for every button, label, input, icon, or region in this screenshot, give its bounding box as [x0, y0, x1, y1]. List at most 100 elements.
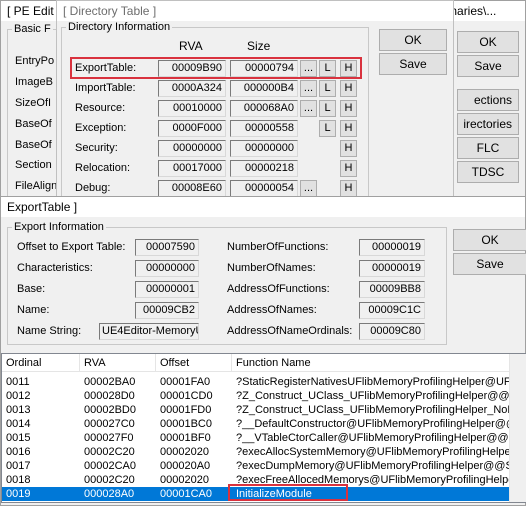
column-header-function-name[interactable]: Function Name — [232, 354, 514, 372]
directory-rva-field[interactable]: 00010000 — [158, 100, 226, 117]
directory-size-field[interactable]: 00000054 — [230, 180, 298, 197]
export-table-titlebar: ExportTable ] — [1, 197, 525, 217]
ordinal-cell: 0015 — [6, 432, 31, 444]
directories-button[interactable]: irectories — [457, 113, 519, 135]
l-button[interactable]: L — [319, 60, 336, 77]
rva-cell: 000027C0 — [84, 418, 135, 430]
list-vertical-scrollbar[interactable] — [509, 354, 526, 502]
directory-row-label: Resource: — [75, 102, 126, 114]
ordinal-cell: 0017 — [6, 460, 31, 472]
export-field-value[interactable]: 00000019 — [359, 239, 425, 256]
column-header-ordinal[interactable]: Ordinal — [2, 354, 80, 372]
directory-size-field[interactable]: 00000558 — [230, 120, 298, 137]
export-field-value[interactable]: 00000019 — [359, 260, 425, 277]
column-header-rva[interactable]: RVA — [80, 354, 156, 372]
pe-ok-button[interactable]: OK — [457, 31, 519, 53]
directory-size-field[interactable]: 00000794 — [230, 60, 298, 77]
export-functions-list[interactable]: Ordinal RVA Offset Function Name 0011 000… — [1, 353, 526, 503]
l-button[interactable]: L — [319, 80, 336, 97]
export-field-label: Characteristics: — [17, 262, 93, 274]
browse-button[interactable]: ... — [300, 60, 317, 77]
h-button[interactable]: H — [340, 100, 357, 117]
export-field-label: Name: — [17, 304, 50, 316]
h-button[interactable]: H — [340, 80, 357, 97]
table-row[interactable]: 0012 000028D0 00001CD0 ?Z_Construct_UClass_… — [2, 389, 514, 403]
table-row[interactable]: 0013 00002BD0 00001FD0 ?Z_Construct_UClass_… — [2, 403, 514, 417]
browse-button[interactable]: ... — [300, 100, 317, 117]
h-button[interactable]: H — [340, 160, 357, 177]
rva-cell: 00002BA0 — [84, 376, 136, 388]
table-row[interactable]: 0017 00002CA0 000020A0 ?execDumpMemory@UFli… — [2, 459, 514, 473]
browse-button[interactable]: ... — [300, 80, 317, 97]
export-field-value[interactable]: 00007590 — [135, 239, 199, 256]
l-button[interactable]: L — [319, 100, 336, 117]
offset-cell: 00002020 — [160, 446, 209, 458]
directory-row-label: ImportTable: — [75, 82, 136, 94]
export-field-value[interactable]: 00000000 — [135, 260, 199, 277]
h-button[interactable]: H — [340, 120, 357, 137]
export-ok-button[interactable]: OK — [453, 229, 526, 251]
directory-rva-field[interactable]: 0000F000 — [158, 120, 226, 137]
offset-cell: 000020A0 — [160, 460, 211, 472]
export-field-label: AddressOfNames: — [227, 304, 317, 316]
directory-save-button[interactable]: Save — [379, 53, 447, 75]
directory-rva-field[interactable]: 00017000 — [158, 160, 226, 177]
directory-row-label: Security: — [75, 142, 118, 154]
sections-button[interactable]: ections — [457, 89, 519, 111]
h-button[interactable]: H — [340, 140, 357, 157]
pe-label: BaseOf — [15, 139, 52, 151]
pe-label: EntryPo — [15, 55, 55, 67]
offset-cell: 00001FA0 — [160, 376, 211, 388]
export-field-label: AddressOfFunctions: — [227, 283, 330, 295]
directory-rva-field[interactable]: 00009B90 — [158, 60, 226, 77]
export-save-button[interactable]: Save — [453, 253, 526, 275]
export-field-value[interactable]: 00009C1C — [359, 302, 425, 319]
export-field-label: Base: — [17, 283, 46, 295]
function-name-cell: ?Z_Construct_UClass_UFlibMemoryProfiling… — [236, 390, 514, 402]
directory-rva-field[interactable]: 00008E60 — [158, 180, 226, 197]
export-field-value[interactable]: 00009C80 — [359, 323, 425, 340]
export-field-label: AddressOfNameOrdinals: — [227, 325, 353, 337]
export-field-value[interactable]: 00000001 — [135, 281, 199, 298]
column-header-offset[interactable]: Offset — [156, 354, 232, 372]
h-button[interactable]: H — [340, 180, 357, 197]
pe-label: FileAlign — [15, 180, 58, 192]
offset-cell: 00002020 — [160, 474, 209, 486]
rva-cell: 00002C20 — [84, 446, 135, 458]
h-button[interactable]: H — [340, 60, 357, 77]
rva-cell: 00002C20 — [84, 474, 135, 486]
size-column-header: Size — [247, 39, 271, 53]
offset-cell: 00001BC0 — [160, 418, 212, 430]
table-row[interactable]: 0019 000028A0 00001CA0 InitializeModule — [2, 487, 514, 501]
tdsc-button[interactable]: TDSC — [457, 161, 519, 183]
directory-rva-field[interactable]: 00000000 — [158, 140, 226, 157]
directory-size-field[interactable]: 00000218 — [230, 160, 298, 177]
pe-editor-title: [ PE Edit — [7, 4, 54, 18]
table-row[interactable]: 0018 00002C20 00002020 ?execFreeAllocedMemo… — [2, 473, 514, 487]
directory-rva-field[interactable]: 0000A324 — [158, 80, 226, 97]
basic-info-legend: Basic F — [14, 23, 51, 35]
function-name-cell: ?execAllocSystemMemory@UFlibMemoryProfil… — [236, 446, 514, 458]
directory-size-field[interactable]: 000068A0 — [230, 100, 298, 117]
export-field-value[interactable]: 00009CB2 — [135, 302, 199, 319]
pe-label: BaseOf — [15, 118, 52, 130]
browse-button[interactable]: ... — [300, 180, 317, 197]
directory-row-label: Relocation: — [75, 162, 131, 174]
directory-table-titlebar: [ Directory Table ] — [57, 1, 453, 21]
flc-button[interactable]: FLC — [457, 137, 519, 159]
directory-size-field[interactable]: 00000000 — [230, 140, 298, 157]
export-field-value[interactable]: UE4Editor-MemoryU — [99, 323, 199, 340]
export-field-value[interactable]: 00009BB8 — [359, 281, 425, 298]
directory-ok-button[interactable]: OK — [379, 29, 447, 51]
table-row[interactable]: 0011 00002BA0 00001FA0 ?StaticRegisterNativ… — [2, 375, 514, 389]
function-name-cell: InitializeModule — [236, 488, 312, 500]
export-field-label: Name String: — [17, 325, 82, 337]
rva-cell: 000028A0 — [84, 488, 135, 500]
directory-size-field[interactable]: 000000B4 — [230, 80, 298, 97]
table-row[interactable]: 0015 000027F0 00001BF0 ?__VTableCtorCaller@… — [2, 431, 514, 445]
table-row[interactable]: 0016 00002C20 00002020 ?execAllocSystemMemo… — [2, 445, 514, 459]
l-button[interactable]: L — [319, 120, 336, 137]
export-table-title: ExportTable ] — [7, 200, 78, 214]
table-row[interactable]: 0014 000027C0 00001BC0 ?__DefaultConstructo… — [2, 417, 514, 431]
pe-save-button[interactable]: Save — [457, 55, 519, 77]
